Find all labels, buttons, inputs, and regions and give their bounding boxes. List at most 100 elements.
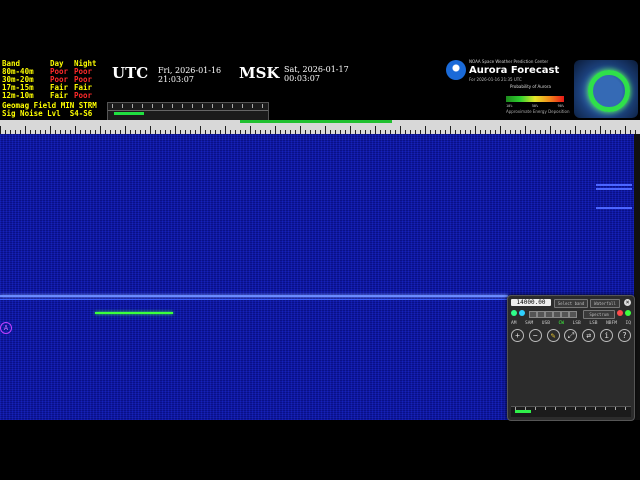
scale-tick bbox=[175, 126, 176, 134]
meter-tick bbox=[212, 104, 213, 108]
noaa-logo bbox=[446, 60, 466, 80]
waterfall-signal-trace-secondary bbox=[0, 299, 508, 300]
receiver-control-panel: 14000.00 Select band Waterfall × Spectru… bbox=[507, 295, 635, 421]
bookmark-marker[interactable]: A bbox=[0, 322, 12, 334]
toolbar-button[interactable] bbox=[529, 311, 537, 318]
scale-tick bbox=[75, 126, 76, 134]
scale-tick bbox=[0, 126, 1, 134]
scale-tick bbox=[300, 126, 301, 134]
panel-signal-meter bbox=[511, 406, 631, 417]
passband-indicator[interactable] bbox=[240, 120, 392, 123]
swap-icon[interactable]: ⇄ bbox=[582, 329, 596, 342]
msk-label: MSK bbox=[239, 64, 280, 82]
toolbar-button[interactable] bbox=[569, 311, 577, 318]
mode-iq[interactable]: IQ bbox=[626, 321, 631, 326]
scale-tick bbox=[475, 126, 476, 134]
panel-icon-row: + − ✎ ⤢ ⇄ i ? bbox=[511, 329, 631, 342]
meter-tick bbox=[172, 104, 173, 108]
aurora-oval bbox=[588, 70, 630, 112]
tuning-marker[interactable] bbox=[95, 312, 173, 314]
signal-blip bbox=[596, 184, 632, 186]
toolbar-button[interactable] bbox=[561, 311, 569, 318]
info-icon[interactable]: i bbox=[600, 329, 614, 342]
meter-baseline bbox=[108, 110, 268, 111]
meter-tick bbox=[202, 104, 203, 108]
toolbar-button[interactable] bbox=[537, 311, 545, 318]
status-led-icon bbox=[519, 310, 525, 316]
mode-lsb[interactable]: LSB bbox=[573, 321, 581, 326]
aurora-forecast-widget: NOAA Space Weather Prediction Center Aur… bbox=[444, 58, 640, 120]
pen-icon[interactable]: ✎ bbox=[546, 329, 560, 342]
help-icon[interactable]: ? bbox=[617, 329, 631, 342]
signoise-label: Sig Noise Lvl bbox=[2, 109, 61, 118]
zoom-in-icon[interactable]: + bbox=[511, 329, 524, 342]
meter-tick bbox=[152, 104, 153, 108]
spectrum-button[interactable]: Spectrum bbox=[583, 310, 615, 319]
scale-tick bbox=[50, 126, 51, 134]
close-icon[interactable]: × bbox=[624, 299, 631, 306]
mode-nbfm[interactable]: NBFM bbox=[606, 321, 617, 326]
scale-label: 90% bbox=[557, 104, 564, 108]
meter-tick bbox=[525, 407, 526, 410]
scale-tick bbox=[275, 126, 276, 134]
status-led-icon bbox=[511, 310, 517, 316]
meter-tick bbox=[182, 104, 183, 108]
scale-tick bbox=[250, 126, 251, 134]
aurora-title: Aurora Forecast bbox=[469, 65, 560, 76]
zoom-out-icon[interactable]: − bbox=[528, 329, 542, 342]
aurora-globe-map bbox=[574, 60, 638, 118]
scale-tick bbox=[100, 126, 101, 134]
scale-tick bbox=[225, 126, 226, 134]
scale-tick bbox=[325, 126, 326, 134]
utc-time: 21:03:07 bbox=[158, 75, 194, 84]
meter-level-bar bbox=[114, 112, 144, 115]
view-select[interactable]: Waterfall bbox=[590, 299, 620, 308]
mode-usb[interactable]: USB bbox=[542, 321, 550, 326]
signal-blip bbox=[596, 188, 632, 190]
toolbar-button[interactable] bbox=[553, 311, 561, 318]
expand-icon[interactable]: ⤢ bbox=[564, 329, 578, 342]
meter-tick bbox=[625, 407, 626, 410]
frequency-scale[interactable] bbox=[0, 120, 640, 135]
meter-tick bbox=[585, 407, 586, 410]
scale-tick bbox=[550, 126, 551, 134]
scale-tick bbox=[200, 126, 201, 134]
meter-tick bbox=[162, 104, 163, 108]
scale-tick bbox=[400, 126, 401, 134]
band-day-status: Fair bbox=[50, 91, 69, 100]
audio-icon[interactable] bbox=[625, 310, 631, 316]
msk-time: 00:03:07 bbox=[284, 74, 320, 83]
aurora-probability-scale bbox=[506, 96, 564, 102]
scale-tick bbox=[425, 126, 426, 134]
signal-blip bbox=[596, 207, 632, 209]
mute-icon[interactable] bbox=[617, 310, 623, 316]
band-select[interactable]: Select band bbox=[554, 299, 588, 308]
mode-am[interactable]: AM bbox=[511, 321, 516, 326]
meter-tick bbox=[232, 104, 233, 108]
band-row-12-10: 12m-10m Fair Poor bbox=[2, 92, 106, 100]
scale-tick bbox=[350, 126, 351, 134]
meter-tick bbox=[565, 407, 566, 410]
aurora-scale-labels: 10% 50% 90% bbox=[506, 104, 564, 108]
signoise-value: S4-S6 bbox=[69, 109, 93, 118]
frequency-input[interactable]: 14000.00 bbox=[511, 299, 551, 306]
utc-date: Fri, 2026-01-16 bbox=[158, 66, 222, 75]
mode-sam[interactable]: SAM bbox=[525, 321, 533, 326]
meter-tick bbox=[112, 104, 113, 108]
scale-tick bbox=[125, 126, 126, 134]
geomag-signoise: Geomag Field MIN STRM Sig Noise Lvl S4-S… bbox=[2, 102, 97, 118]
band-label: 12m-10m bbox=[2, 91, 34, 100]
scale-tick bbox=[375, 126, 376, 134]
aurora-probability-label: Probability of Aurora bbox=[510, 84, 551, 89]
meter-tick bbox=[262, 104, 263, 108]
scale-tick bbox=[600, 126, 601, 134]
toolbar-button[interactable] bbox=[545, 311, 553, 318]
mode-cw[interactable]: CW bbox=[559, 321, 564, 326]
scale-tick bbox=[25, 126, 26, 134]
meter-tick bbox=[122, 104, 123, 108]
scale-tick bbox=[575, 126, 576, 134]
meter-tick bbox=[535, 407, 536, 410]
meter-tick bbox=[615, 407, 616, 410]
meter-tick bbox=[252, 104, 253, 108]
mode-lsb-alt[interactable]: LSB bbox=[589, 321, 597, 326]
